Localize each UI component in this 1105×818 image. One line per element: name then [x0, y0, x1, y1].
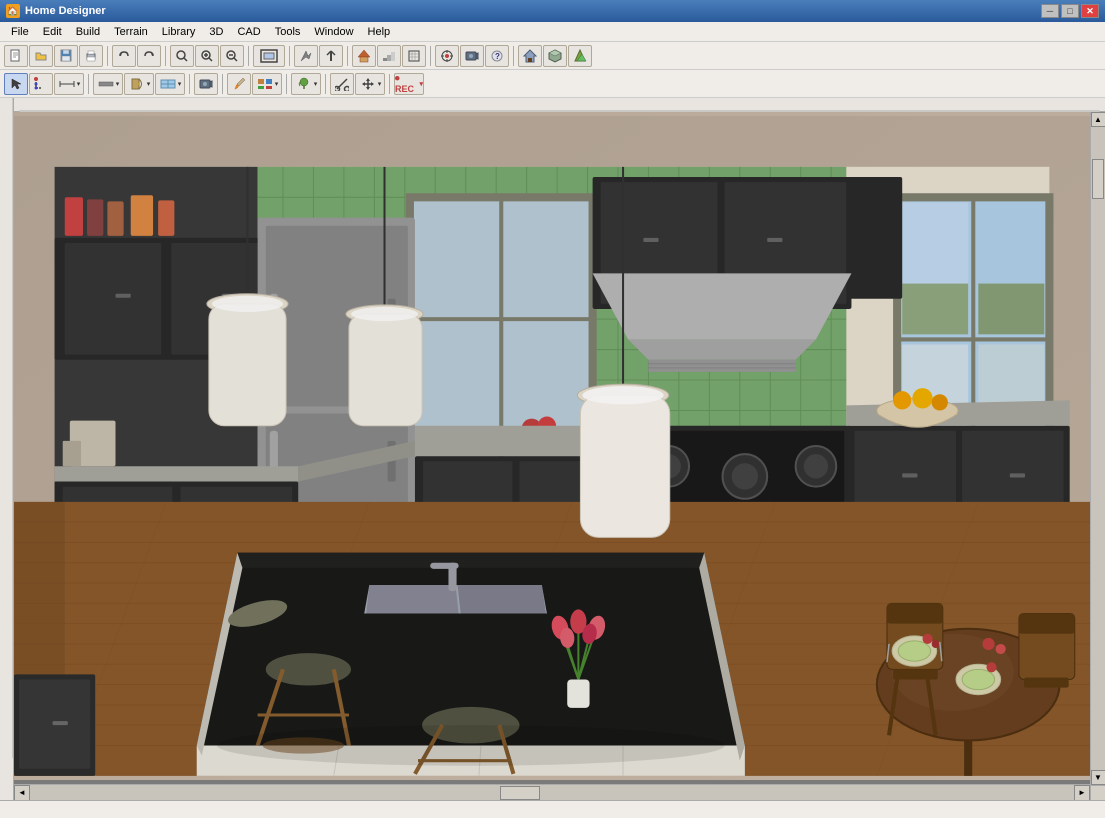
redo-button[interactable] [137, 45, 161, 67]
canvas-wrapper[interactable] [14, 112, 1090, 780]
stair-button[interactable] [377, 45, 401, 67]
hscroll-left-button[interactable]: ◄ [14, 785, 30, 801]
house-view-button[interactable] [518, 45, 542, 67]
sep4 [289, 46, 290, 66]
close-button[interactable]: ✕ [1081, 4, 1099, 18]
floor-button[interactable] [402, 45, 426, 67]
open-button[interactable] [29, 45, 53, 67]
wall-tool-button[interactable]: ▾ [93, 73, 123, 95]
camera-tool-button[interactable] [194, 73, 218, 95]
horizontal-scrollbar[interactable]: ◄ ► [14, 784, 1090, 800]
minimize-button[interactable]: ─ [1041, 4, 1059, 18]
menu-file[interactable]: File [4, 24, 36, 40]
sep7 [513, 46, 514, 66]
paint-tool-button[interactable] [227, 73, 251, 95]
help-button[interactable]: ? [485, 45, 509, 67]
top-ruler [14, 98, 1105, 112]
dimension-tool-button[interactable]: ▾ [54, 73, 84, 95]
trim-tool-button[interactable] [330, 73, 354, 95]
sep2 [165, 46, 166, 66]
save-button[interactable] [54, 45, 78, 67]
material-tool-button[interactable]: ▾ [252, 73, 282, 95]
undo-button[interactable] [112, 45, 136, 67]
plant-tool-button[interactable]: ▾ [291, 73, 321, 95]
kitchen-3d-scene [14, 112, 1090, 780]
vscroll-track[interactable] [1091, 127, 1105, 770]
menu-cad[interactable]: CAD [230, 24, 267, 40]
scroll-corner [1090, 785, 1105, 800]
left-ruler [0, 98, 14, 800]
sep3 [248, 46, 249, 66]
hscroll-thumb[interactable] [500, 786, 540, 800]
polygon-tool-button[interactable] [29, 73, 53, 95]
app-icon: 🏠 [6, 4, 20, 18]
print-button[interactable] [79, 45, 103, 67]
fit-view-button[interactable] [253, 45, 285, 67]
hscroll-track[interactable] [30, 785, 1074, 800]
zoom-out-button[interactable] [220, 45, 244, 67]
main-content: ▲ ▼ ◄ ► [0, 98, 1105, 800]
window-controls: ─ □ ✕ [1041, 4, 1099, 18]
menu-library[interactable]: Library [155, 24, 203, 40]
canvas-area[interactable]: ▲ ▼ ◄ ► [14, 98, 1105, 800]
zoom-magnify-button[interactable] [170, 45, 194, 67]
sep-t2-3 [222, 74, 223, 94]
zoom-in-button[interactable] [195, 45, 219, 67]
sep-t2-6 [389, 74, 390, 94]
door-tool-button[interactable]: ▾ [124, 73, 154, 95]
vscroll-down-button[interactable]: ▼ [1091, 770, 1105, 785]
app-title: Home Designer [25, 5, 1041, 17]
window-tool-button[interactable]: ▾ [155, 73, 185, 95]
menu-build[interactable]: Build [69, 24, 107, 40]
vscroll-thumb[interactable] [1092, 159, 1104, 199]
toolbar-arrow2[interactable] [319, 45, 343, 67]
maximize-button[interactable]: □ [1061, 4, 1079, 18]
menu-terrain[interactable]: Terrain [107, 24, 155, 40]
3d-view-button[interactable] [543, 45, 567, 67]
menu-tools[interactable]: Tools [268, 24, 308, 40]
move-tool-button[interactable]: ▾ [355, 73, 385, 95]
record-button[interactable]: ⏺ REC ▾ [394, 73, 424, 95]
title-bar: 🏠 Home Designer ─ □ ✕ [0, 0, 1105, 22]
sep-t2-2 [189, 74, 190, 94]
sep5 [347, 46, 348, 66]
sep-t2-5 [325, 74, 326, 94]
hscroll-right-button[interactable]: ► [1074, 785, 1090, 801]
snap-button[interactable] [435, 45, 459, 67]
toolbar-arrow1[interactable] [294, 45, 318, 67]
camera3d-button[interactable] [460, 45, 484, 67]
sep-t2-4 [286, 74, 287, 94]
new-button[interactable] [4, 45, 28, 67]
menu-bar: File Edit Build Terrain Library 3D CAD T… [0, 22, 1105, 42]
vertical-scrollbar[interactable]: ▲ ▼ [1090, 112, 1105, 785]
sep1 [107, 46, 108, 66]
sep-t2-1 [88, 74, 89, 94]
toolbar2: ▾ ▾ ▾ ▾ ▾ ▾ ▾ ⏺ REC ▾ [0, 70, 1105, 98]
roofline-button[interactable] [352, 45, 376, 67]
sep6 [430, 46, 431, 66]
status-bar [0, 800, 1105, 818]
toolbar1: ? [0, 42, 1105, 70]
menu-edit[interactable]: Edit [36, 24, 69, 40]
terrain-view-button[interactable] [568, 45, 592, 67]
menu-3d[interactable]: 3D [202, 24, 230, 40]
vscroll-up-button[interactable]: ▲ [1091, 112, 1105, 127]
svg-text:?: ? [495, 52, 500, 61]
select-tool-button[interactable] [4, 73, 28, 95]
menu-help[interactable]: Help [361, 24, 398, 40]
menu-window[interactable]: Window [307, 24, 360, 40]
